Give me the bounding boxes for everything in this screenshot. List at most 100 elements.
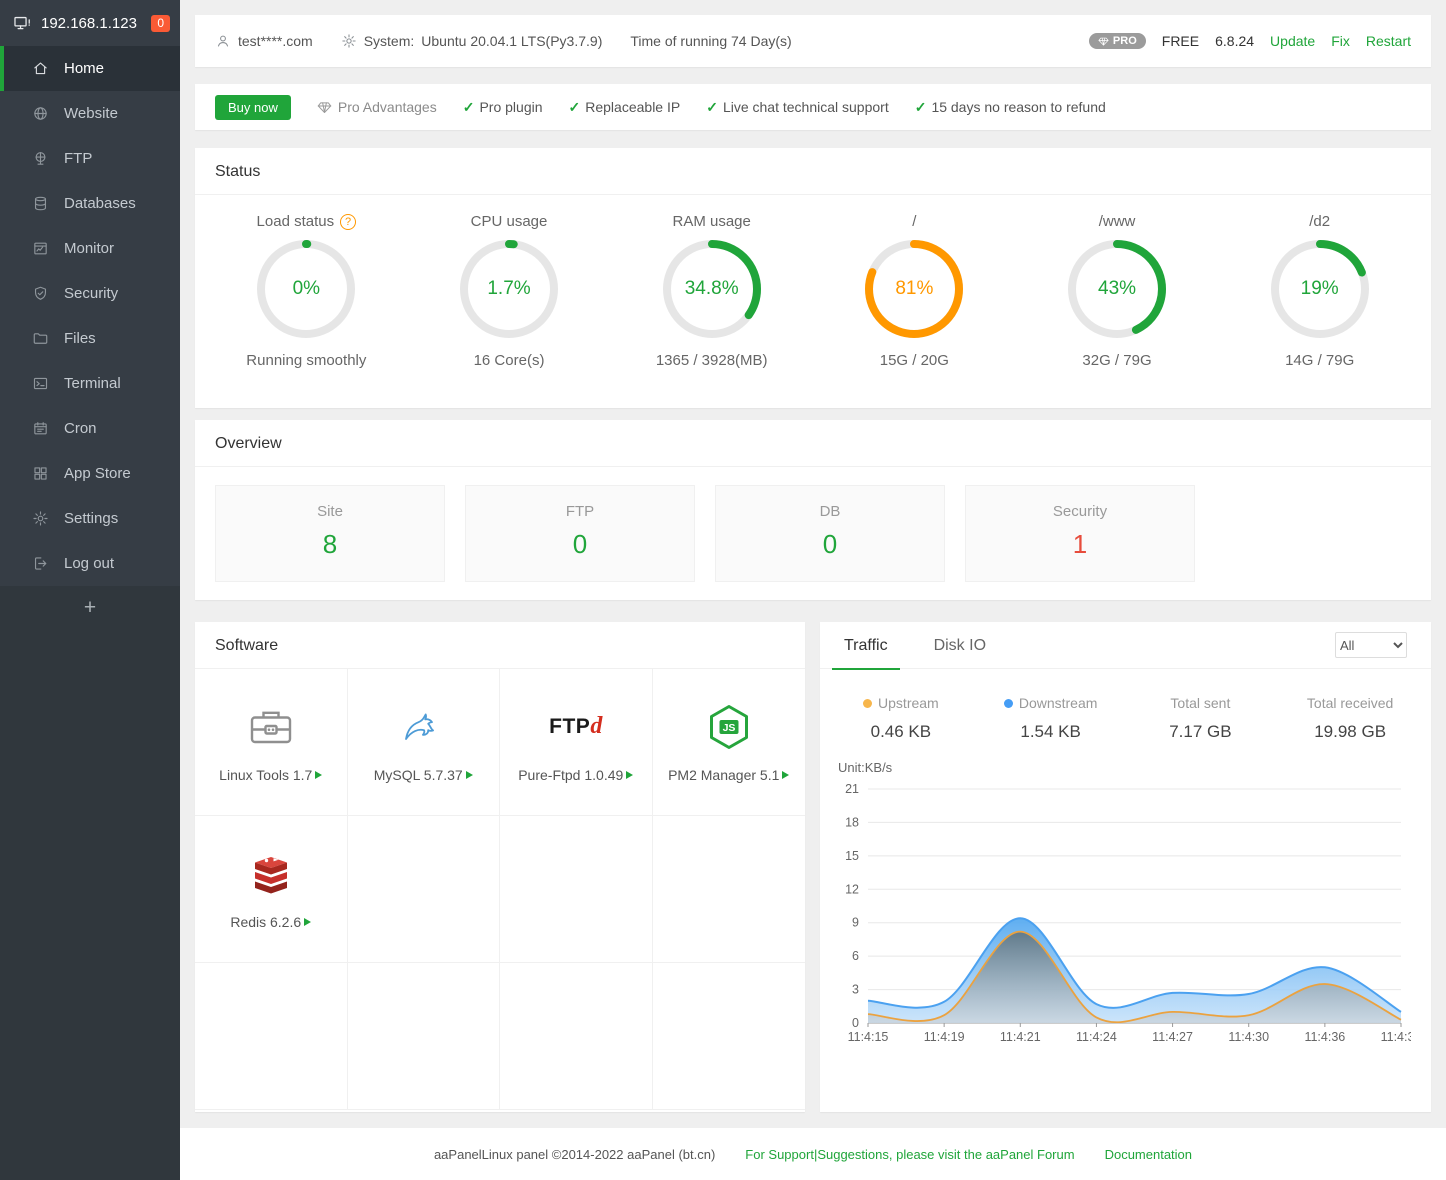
plan-label: FREE [1162,33,1199,49]
sidebar-header[interactable]: 192.168.1.123 0 [0,0,180,46]
pro-advantages[interactable]: Pro Advantages [317,99,437,115]
gauge-sub-label: 15G / 20G [813,352,1016,369]
sidebar-item-log-out[interactable]: Log out [0,541,180,586]
software-item-label: Redis 6.2.6 [230,914,301,930]
pureftpd-icon: FTPd [549,713,602,740]
gauge-title: / [912,213,916,230]
cron-icon [32,420,49,437]
gauge-sub-label: 1365 / 3928(MB) [610,352,813,369]
gauge-title: /www [1099,213,1136,230]
svg-text:11:4:15: 11:4:15 [848,1030,889,1044]
tab-traffic[interactable]: Traffic [832,622,900,669]
sidebar-item-home[interactable]: Home [0,46,180,91]
sidebar-item-databases[interactable]: Databases [0,181,180,226]
svg-text:11:4:21: 11:4:21 [1000,1030,1041,1044]
pro-badge[interactable]: PRO [1089,33,1146,49]
gauge-percent: 34.8% [662,239,762,339]
sidebar-item-label: Databases [64,195,136,212]
check-icon: ✓ [569,99,581,116]
overview-card-label: DB [716,503,944,520]
sidebar-item-cron[interactable]: Cron [0,406,180,451]
stat-label: Total sent [1170,695,1230,711]
software-item-redis-6-2-6[interactable]: Redis 6.2.6 [195,816,348,963]
copyright-text: aaPanelLinux panel ©2014-2022 aaPanel (b… [434,1147,715,1162]
update-link[interactable]: Update [1270,33,1315,49]
home-icon [32,60,49,77]
stat-value: 0.46 KB [826,722,976,742]
gauge-ring: 34.8% [662,239,762,339]
gauge-percent: 19% [1270,239,1370,339]
sidebar: 192.168.1.123 0 Home Website FTP Databases M… [0,0,180,1180]
sidebar-item-files[interactable]: Files [0,316,180,361]
software-item-pure-ftpd-1-0-49[interactable]: FTPdPure-Ftpd 1.0.49 [500,669,653,816]
legend-dot [863,699,872,708]
help-icon[interactable]: ? [340,214,356,230]
sidebar-item-label: App Store [64,465,131,482]
software-item-linux-tools-1-7[interactable]: Linux Tools 1.7 [195,669,348,816]
overview-card-db[interactable]: DB0 [715,485,945,582]
check-icon: ✓ [463,99,475,116]
traffic-stat-downstream: Downstream1.54 KB [976,695,1126,742]
traffic-stat-total-received: Total received 19.98 GB [1275,695,1425,742]
stat-value: 19.98 GB [1275,722,1425,742]
gauge-title: Load status [257,213,335,230]
overview-card-site[interactable]: Site8 [215,485,445,582]
overview-card-ftp[interactable]: FTP0 [465,485,695,582]
gauge-sub-label: 32G / 79G [1016,352,1219,369]
tab-disk-io[interactable]: Disk IO [922,622,998,669]
ftp-icon [32,150,49,167]
stat-label: Total received [1307,695,1393,711]
buy-now-button[interactable]: Buy now [215,95,291,120]
sidebar-item-settings[interactable]: Settings [0,496,180,541]
gauge-sub-label: 16 Core(s) [408,352,611,369]
software-cell-empty [348,816,501,963]
security-icon [32,285,49,302]
sidebar-item-label: Home [64,60,104,77]
terminal-icon [32,375,49,392]
overview-card-security[interactable]: Security1 [965,485,1195,582]
stat-label: Upstream [878,695,939,711]
support-forum-link[interactable]: For Support|Suggestions, please visit th… [745,1147,1074,1162]
play-icon [304,918,311,926]
sidebar-item-website[interactable]: Website [0,91,180,136]
software-item-mysql-5-7-37[interactable]: MySQL 5.7.37 [348,669,501,816]
play-icon [466,771,473,779]
sidebar-nav: Home Website FTP Databases MonitorSecurityFi… [0,46,180,586]
play-icon [626,771,633,779]
software-cell-empty [500,816,653,963]
toolbox-icon [247,702,295,752]
sidebar-item-monitor[interactable]: Monitor [0,226,180,271]
traffic-range-select[interactable]: All [1335,632,1407,658]
traffic-stat-upstream: Upstream 0.46 KB [826,695,976,742]
traffic-stat-total-sent: Total sent 7.17 GB [1126,695,1276,742]
traffic-tabs: Traffic Disk IO All [820,622,1431,669]
sidebar-footer: + [0,586,180,1180]
sidebar-item-ftp[interactable]: FTP [0,136,180,181]
main-content: test****.com System: Ubuntu 20.04.1 LTS(… [180,0,1446,1180]
chart-unit-label: Unit:KB/s [838,760,1431,775]
gauge-ram-usage: RAM usage34.8%1365 / 3928(MB) [610,213,813,369]
sidebar-item-app-store[interactable]: App Store [0,451,180,496]
account-domain[interactable]: test****.com [215,33,313,49]
computer-icon [13,14,32,33]
fix-link[interactable]: Fix [1331,33,1350,49]
stat-value: 7.17 GB [1126,722,1276,742]
sidebar-item-label: Settings [64,510,118,527]
software-cell-empty [653,816,806,963]
restart-link[interactable]: Restart [1366,33,1411,49]
redis-icon [247,849,295,899]
sidebar-item-label: FTP [64,150,92,167]
gauge-sub-label: Running smoothly [205,352,408,369]
documentation-link[interactable]: Documentation [1105,1147,1192,1162]
sidebar-item-security[interactable]: Security [0,271,180,316]
software-section: Software Linux Tools 1.7MySQL 5.7.37FTPd… [195,622,805,1112]
software-item-pm2-manager-5-1[interactable]: JSPM2 Manager 5.1 [653,669,806,816]
sidebar-item-terminal[interactable]: Terminal [0,361,180,406]
svg-text:11:4:36: 11:4:36 [1304,1030,1345,1044]
promo-feature-replaceable-ip: ✓Replaceable IP [569,99,681,116]
appstore-icon [32,465,49,482]
add-shortcut-button[interactable]: + [0,586,180,630]
logout-icon [32,555,49,572]
traffic-stats: Upstream0.46 KBDownstream1.54 KBTotal se… [820,669,1431,744]
message-count-badge[interactable]: 0 [151,15,170,32]
